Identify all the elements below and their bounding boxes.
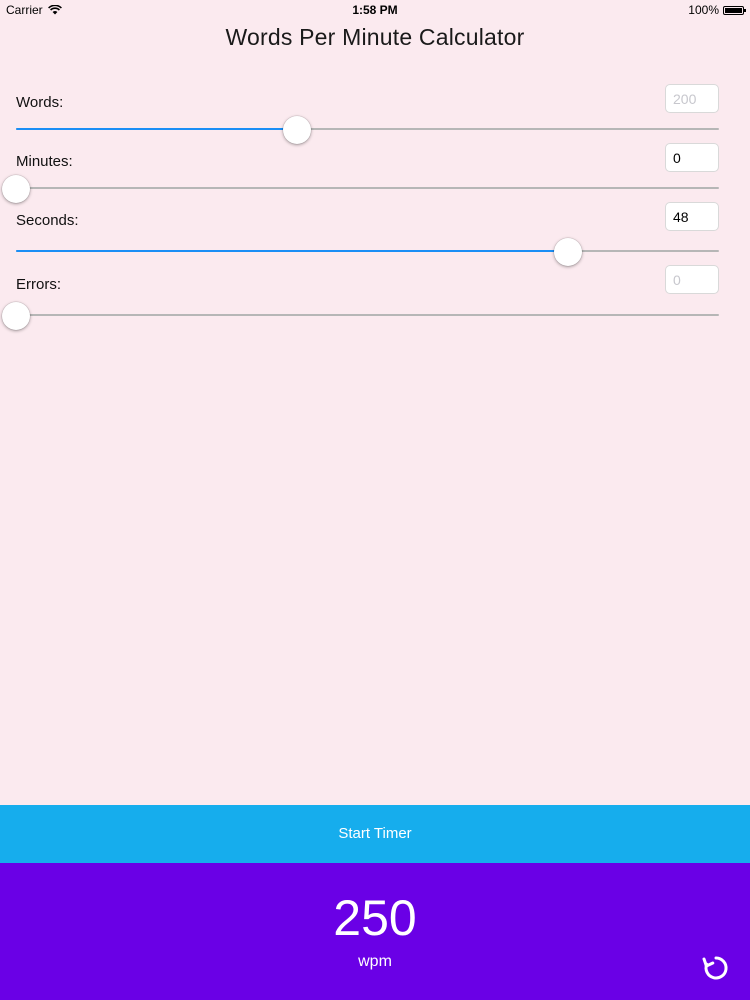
errors-label: Errors: [16, 276, 61, 293]
status-bar: Carrier 1:58 PM 100% [0, 0, 750, 22]
result-panel: 250 wpm [0, 863, 750, 1000]
errors-field[interactable]: 0 [665, 265, 719, 294]
clock: 1:58 PM [352, 3, 398, 17]
minutes-field[interactable]: 0 [665, 143, 719, 172]
minutes-label: Minutes: [16, 153, 73, 170]
reset-icon [702, 956, 728, 980]
slider-fill [16, 128, 298, 130]
slider-fill [16, 250, 568, 252]
wpm-value: 250 [333, 890, 417, 946]
slider-track [16, 187, 719, 189]
battery-percentage: 100% [688, 3, 719, 17]
start-timer-button[interactable]: Start Timer [0, 805, 750, 863]
slider-track [16, 314, 719, 316]
words-field[interactable]: 200 [665, 84, 719, 113]
seconds-field[interactable]: 48 [665, 202, 719, 231]
slider-thumb[interactable] [2, 302, 30, 330]
seconds-slider[interactable] [16, 237, 719, 267]
battery-icon [723, 5, 746, 15]
reset-button[interactable] [700, 952, 732, 984]
slider-thumb[interactable] [553, 238, 582, 266]
slider-thumb[interactable] [283, 116, 312, 144]
minutes-slider[interactable] [2, 174, 719, 204]
words-slider[interactable] [16, 115, 719, 145]
slider-thumb[interactable] [2, 175, 30, 203]
words-label: Words: [16, 94, 64, 111]
battery-indicator: 100% [688, 3, 746, 17]
errors-slider[interactable] [2, 301, 719, 331]
seconds-label: Seconds: [16, 212, 79, 229]
wpm-unit-label: wpm [358, 953, 392, 970]
page-title: Words Per Minute Calculator [225, 24, 525, 50]
